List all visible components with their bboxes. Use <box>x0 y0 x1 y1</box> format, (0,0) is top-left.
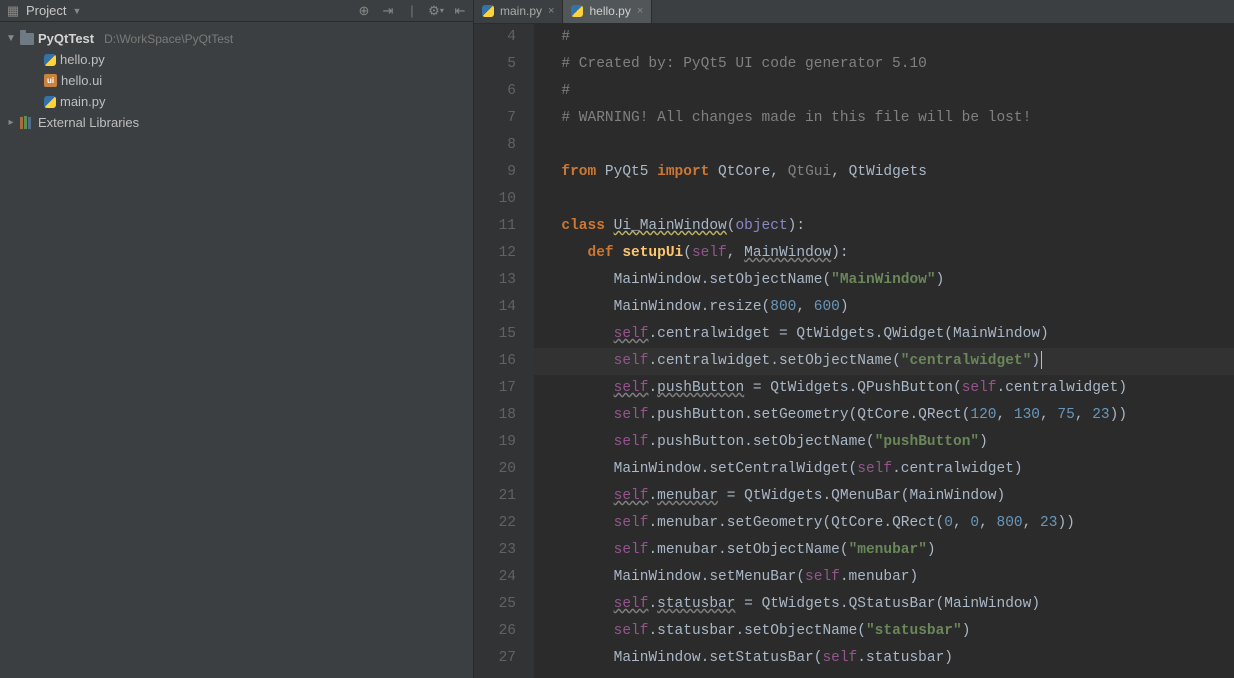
tree-file-row[interactable]: hello.py <box>0 49 473 70</box>
code-content[interactable]: # # Created by: PyQt5 UI code generator … <box>534 24 1234 678</box>
close-icon[interactable]: × <box>548 5 554 17</box>
editor-area: main.py × hello.py × 4567891011121314151… <box>474 0 1234 678</box>
divider: | <box>405 4 419 18</box>
file-name: hello.py <box>60 52 105 67</box>
folder-icon <box>20 33 34 45</box>
python-file-icon <box>44 54 56 66</box>
gear-icon[interactable]: ⚙▾ <box>429 4 443 18</box>
file-name: main.py <box>60 94 106 109</box>
project-sidebar: ▦ Project ▼ ⊕ ⇥ | ⚙▾ ⇤ ▼ PyQtTest D:\Wor… <box>0 0 474 678</box>
code-editor[interactable]: 4567891011121314151617181920212223242526… <box>474 24 1234 678</box>
tab-label: hello.py <box>589 4 630 18</box>
line-number-gutter: 4567891011121314151617181920212223242526… <box>474 24 534 678</box>
tab-label: main.py <box>500 4 542 18</box>
expand-arrow-icon[interactable]: ▼ <box>6 33 16 44</box>
external-libraries-row[interactable]: ▸ External Libraries <box>0 112 473 133</box>
editor-tab-bar: main.py × hello.py × <box>474 0 1234 24</box>
project-path: D:\WorkSpace\PyQtTest <box>104 32 233 46</box>
close-icon[interactable]: × <box>637 5 643 17</box>
expand-arrow-icon[interactable]: ▸ <box>6 117 16 128</box>
project-tree: ▼ PyQtTest D:\WorkSpace\PyQtTest hello.p… <box>0 22 473 133</box>
qt-ui-file-icon <box>44 74 57 87</box>
tree-file-row[interactable]: hello.ui <box>0 70 473 91</box>
editor-tab-hello[interactable]: hello.py × <box>563 0 652 23</box>
external-libraries-label: External Libraries <box>38 115 139 130</box>
file-name: hello.ui <box>61 73 102 88</box>
project-name: PyQtTest <box>38 31 94 46</box>
collapse-icon[interactable]: ⇥ <box>381 4 395 18</box>
project-toolwindow-title[interactable]: Project <box>26 3 66 18</box>
locate-icon[interactable]: ⊕ <box>357 4 371 18</box>
python-file-icon <box>571 5 583 17</box>
tree-file-row[interactable]: main.py <box>0 91 473 112</box>
project-root-row[interactable]: ▼ PyQtTest D:\WorkSpace\PyQtTest <box>0 28 473 49</box>
hide-icon[interactable]: ⇤ <box>453 4 467 18</box>
project-tool-icon: ▦ <box>6 4 20 18</box>
python-file-icon <box>44 96 56 108</box>
project-toolbar: ▦ Project ▼ ⊕ ⇥ | ⚙▾ ⇤ <box>0 0 473 22</box>
libraries-icon <box>20 117 34 129</box>
editor-tab-main[interactable]: main.py × <box>474 0 563 23</box>
dropdown-icon[interactable]: ▼ <box>72 6 81 16</box>
python-file-icon <box>482 5 494 17</box>
